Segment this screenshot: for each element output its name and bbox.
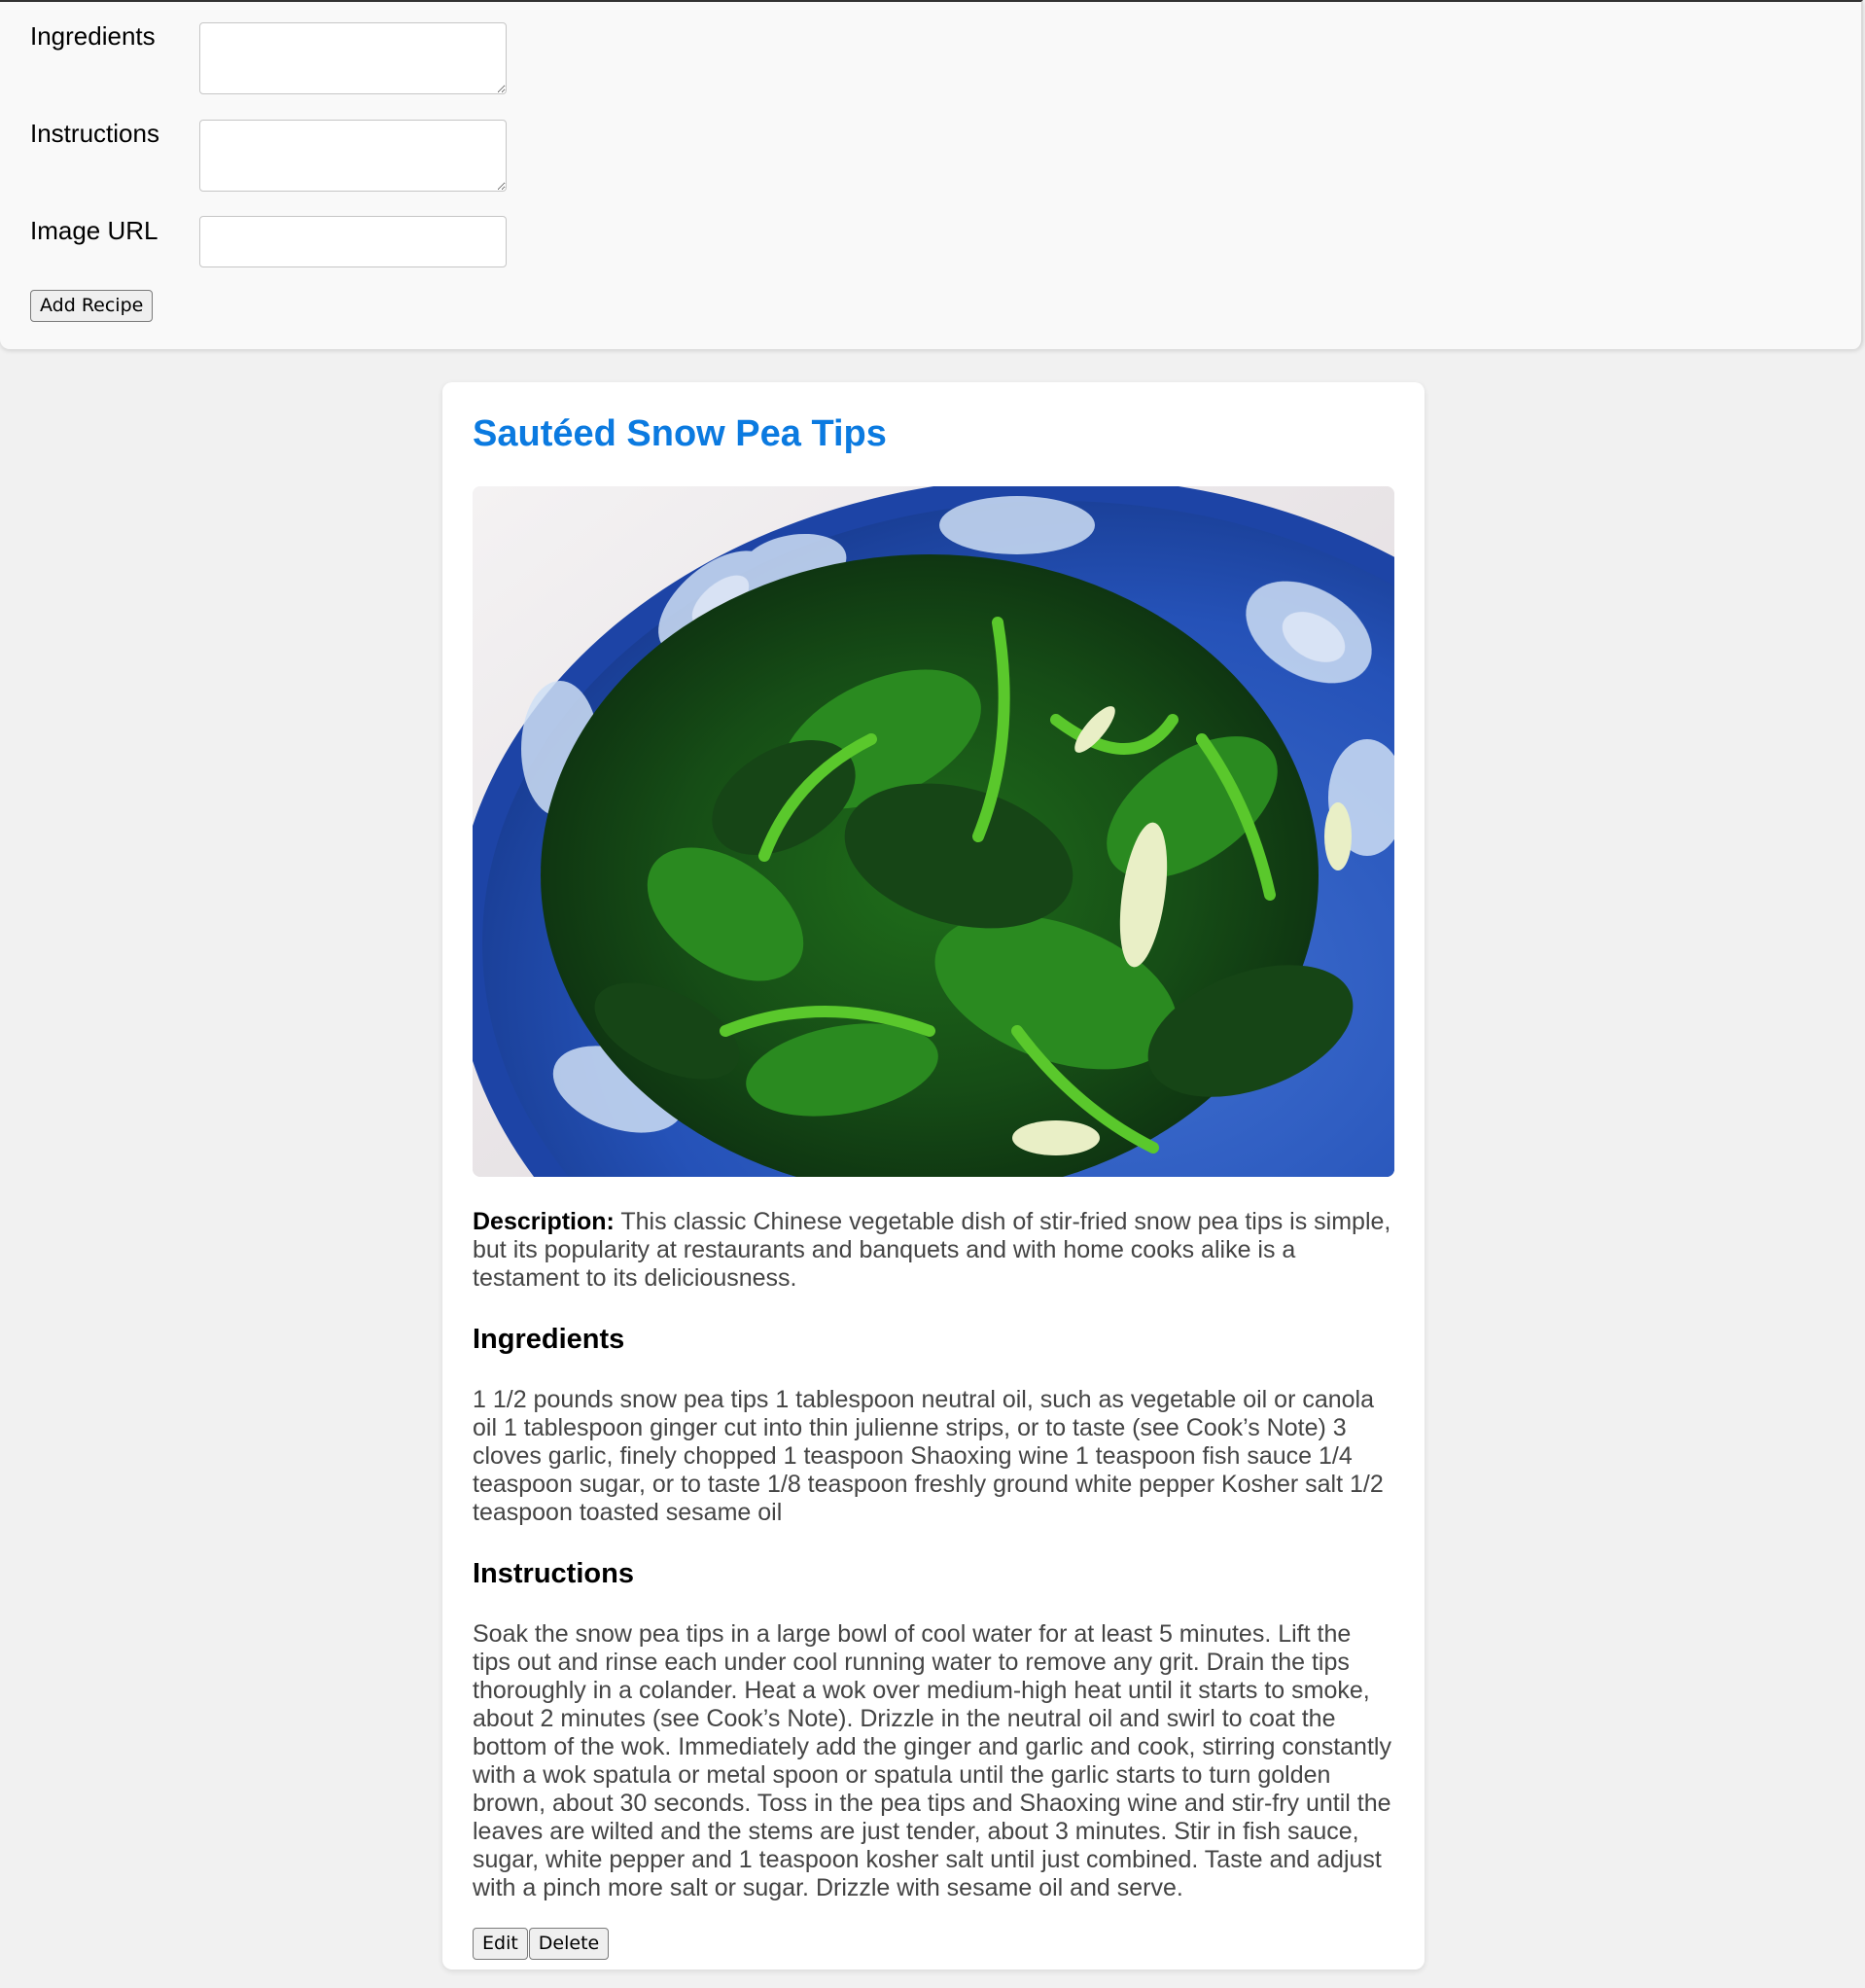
ingredients-heading: Ingredients [473,1324,625,1355]
snow-pea-photo [473,486,1394,1177]
delete-button[interactable]: Delete [528,1928,610,1960]
ingredients-text: 1 1/2 pounds snow pea tips 1 tablespoon … [473,1386,1384,1526]
recipe-description: Description: This classic Chinese vegeta… [473,1208,1394,1293]
add-recipe-form: Ingredients Instructions Image URL Add R… [0,0,1863,349]
recipe-title: Sautéed Snow Pea Tips [473,413,887,454]
instructions-input[interactable] [199,120,507,192]
ingredients-label: Ingredients [30,21,156,51]
recipe-actions: Edit Delete [473,1928,1394,1960]
recipe-card: Sautéed Snow Pea Tips Description: This … [442,382,1425,1970]
description-label: Description: [473,1208,615,1235]
instructions-heading: Instructions [473,1558,634,1589]
ingredients-input[interactable] [199,22,507,94]
image-url-label: Image URL [30,216,158,245]
edit-button[interactable]: Edit [473,1928,528,1960]
instructions-label: Instructions [30,119,159,148]
image-url-input[interactable] [199,216,507,267]
instructions-text: Soak the snow pea tips in a large bowl o… [473,1620,1391,1901]
add-recipe-button[interactable]: Add Recipe [30,290,154,322]
recipe-image [473,486,1394,1177]
